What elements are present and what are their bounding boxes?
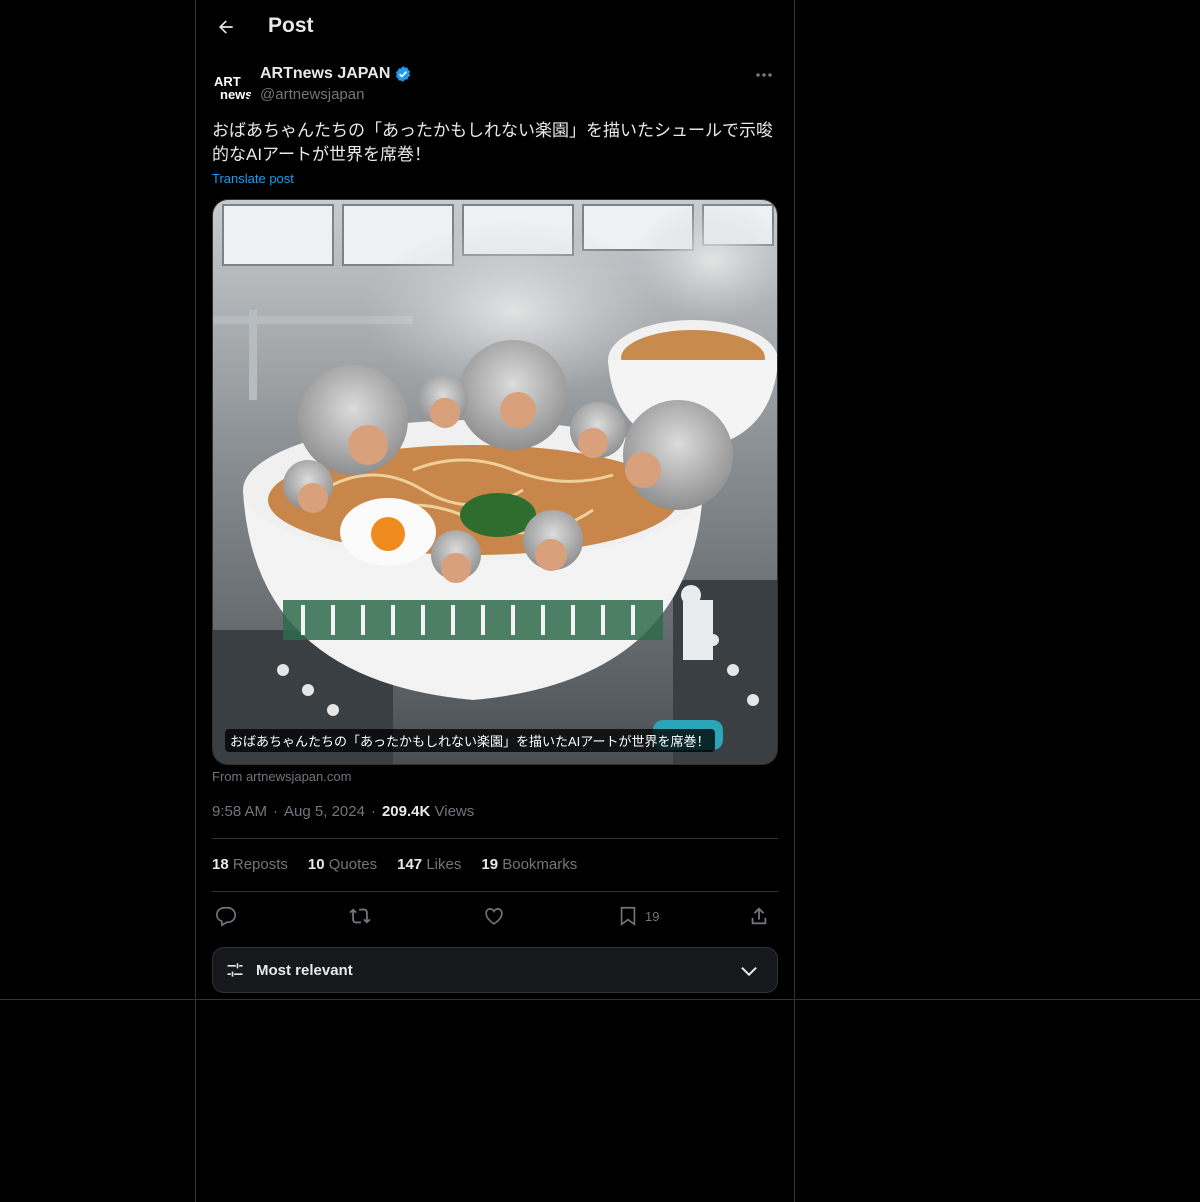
chevron-down-icon [741,966,757,977]
views-label: Views [434,803,475,820]
more-options-button[interactable] [750,64,778,86]
bookmark-icon [620,906,636,926]
divider [212,891,778,892]
meta-separator: · [273,803,279,820]
stat-label: Quotes [328,856,378,873]
meta-separator: · [370,803,376,820]
post-date[interactable]: Aug 5, 2024 [284,803,365,820]
stat-bookmarks[interactable]: 19 Bookmarks [481,856,577,873]
post-image[interactable]: おばあちゃんたちの「あったかもしれない楽園」を描いたAIアートが世界を席巻！ [212,199,778,765]
share-button[interactable] [748,900,776,932]
stat-label: Reposts [232,856,288,873]
stat-reposts[interactable]: 18 Reposts [212,856,288,873]
stat-label: Bookmarks [502,856,578,873]
avatar-logo-text-bottom: news [220,87,252,102]
link-source[interactable]: From artnewsjapan.com [212,769,351,784]
stat-quotes[interactable]: 10 Quotes [308,856,377,873]
divider [212,838,778,839]
ramen-bath-illustration [213,200,777,764]
share-icon [751,907,767,925]
back-button[interactable] [212,13,240,41]
action-bar: 19 [212,900,778,932]
repost-icon [349,908,371,924]
stat-count: 18 [212,856,229,873]
sort-label: Most relevant [256,962,353,979]
bookmark-count: 19 [645,908,660,924]
stat-likes[interactable]: 147 Likes [397,856,461,873]
name-row: ARTnews JAPAN [260,65,412,83]
verified-badge-icon [396,66,411,82]
page-title: Post [268,14,314,37]
post-text: おばあちゃんたちの「あったかもしれない楽園」を描いたシュールで示唆的なAIアート… [212,121,773,164]
author-name[interactable]: ARTnews JAPAN [260,65,390,83]
author-handle[interactable]: @artnewsjapan [260,86,364,103]
reply-button[interactable] [215,900,243,932]
stat-count: 147 [397,856,423,873]
post-meta: 9:58 AM · Aug 5, 2024 · 209.4K Views [212,803,474,820]
post-stats: 18 Reposts 10 Quotes 147 Likes 19 Bookma… [212,856,577,873]
translate-post-link[interactable]: Translate post [212,171,294,186]
more-horizontal-icon [756,73,772,77]
reply-sort-dropdown[interactable]: Most relevant [212,947,778,993]
repost-button[interactable] [349,900,377,932]
heart-icon [485,908,503,925]
post-time[interactable]: 9:58 AM [212,803,267,820]
arrow-left-icon [219,20,233,34]
image-caption: おばあちゃんたちの「あったかもしれない楽園」を描いたAIアートが世界を席巻！ [225,729,715,752]
avatar[interactable]: ART news [212,68,252,108]
reply-icon [216,906,236,927]
page-header: Post [196,0,794,54]
main-column: Post ART news ARTnews JAPAN @artnewsjapa… [195,0,795,1202]
stat-label: Likes [426,856,462,873]
sliders-icon [227,963,243,977]
views-count: 209.4K [381,803,431,820]
views: 209.4K Views [382,803,474,820]
bookmark-button[interactable]: 19 [617,900,659,932]
stat-count: 19 [481,856,499,873]
stat-count: 10 [307,856,325,873]
post-author: ART news ARTnews JAPAN @artnewsjapan [212,64,778,108]
like-button[interactable] [483,900,511,932]
